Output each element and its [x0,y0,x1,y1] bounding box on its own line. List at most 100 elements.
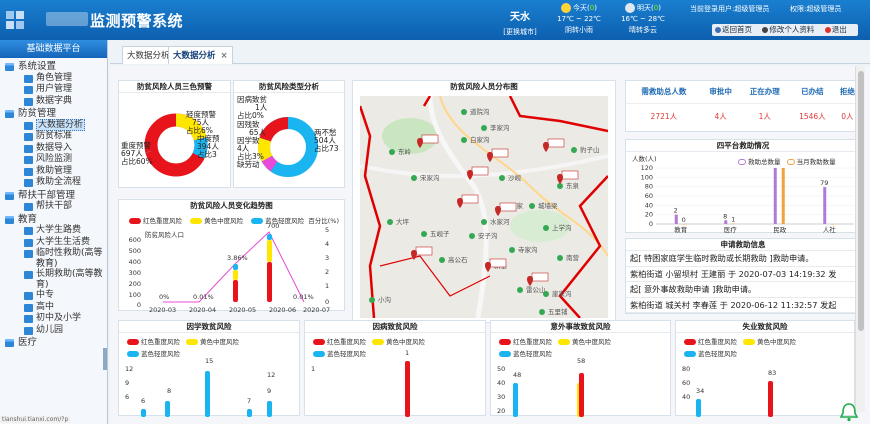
tab-close-icon[interactable]: × [221,51,228,61]
sidebar-group[interactable]: 医疗 [0,337,107,349]
bell-icon[interactable] [840,402,858,422]
sidebar-item[interactable]: 帮扶干部 [0,201,107,213]
sidebar-item-label: 大学生路费 [36,225,82,235]
sidebar-item[interactable]: 中专 [0,290,107,302]
logout-link[interactable]: 退出 [824,25,851,34]
tab-big-data-active[interactable]: 大数据分析 × [168,46,233,64]
sidebar-item[interactable]: 大学生生活费 [0,237,107,249]
stats-header: 正在办理 [749,87,780,97]
risk-bar[interactable] [579,373,584,417]
y-tick-label: 0 [649,220,653,228]
map-place-label: 水家河 [490,217,510,226]
stats-value-completed[interactable]: 1546人 [790,102,835,129]
home-link[interactable]: 返回首页 [715,25,756,34]
bar-total[interactable] [674,214,678,224]
map-place-label: 东泉 [566,181,580,190]
bar-total[interactable] [724,220,728,224]
sidebar-group[interactable]: 系统设置 [0,61,107,73]
svg-text:5: 5 [325,226,329,234]
page-icon [24,271,33,279]
svg-text:700: 700 [267,222,279,230]
sidebar-item[interactable]: 防贫标准 [0,131,107,143]
request-line[interactable]: 紫柏街道 城关村 李春莲 于 2020-06-12 11:32:57 发起 [626,298,860,313]
data-label: 1 [731,216,735,224]
request-line[interactable]: 起[ 特困家庭学生临时救助或长期救助 ]救助申请。 [626,251,860,267]
svg-text:100: 100 [129,291,141,299]
sidebar-item[interactable]: 救助全流程 [0,177,107,189]
sidebar-resize-handle[interactable] [103,348,107,370]
map-canvas[interactable]: 道院沟李家沟白家沟豹子山城墙梁安子沟上学沟吴家大坪五岘子高公石新堡沙岘南营寺家沟… [360,96,608,318]
map-poi-icon [539,309,545,315]
content-scrollbar[interactable] [855,66,865,412]
risk-bar[interactable] [768,381,773,417]
page-icon [24,203,33,211]
panel-rescue: 四平台救助情况 人数(人) 救助总数量 当月救助数量 0 20 40 60 80 100 1… [625,139,861,234]
bar-total[interactable] [823,187,827,224]
home-icon [715,27,721,33]
sidebar-item[interactable]: 临时性救助(高等教育) [0,248,107,269]
risk-bar[interactable] [247,409,252,417]
sidebar-group[interactable]: 帮扶干部管理 [0,190,107,202]
x-tick-label: 教育 [674,225,688,234]
stats-value-processing[interactable]: 1人 [739,102,791,129]
weather-city: 天水 [更换城市] [502,8,538,37]
bar-monthly[interactable] [732,223,736,225]
svg-text:2020-07: 2020-07 [303,306,330,312]
risk-bar[interactable] [205,371,210,417]
y-tick-label: 120 [641,164,653,172]
page-icon [24,326,33,335]
request-line[interactable]: 紫柏街道 小留坝村 王建丽 于 2020-07-03 14:19:32 发 [626,267,860,282]
stats-value-approving[interactable]: 4人 [701,102,740,129]
bar-monthly[interactable] [682,224,686,225]
page-icon [24,121,33,130]
edit-profile-link[interactable]: 修改个人资料 [762,25,818,34]
bar-monthly[interactable] [781,168,785,224]
distribution-map[interactable]: 道院沟李家沟白家沟豹子山城墙梁安子沟上学沟吴家大坪五岘子高公石新堡沙岘南营寺家沟… [360,96,608,318]
map-place-label: 豹子山 [580,145,600,154]
data-label: 7 [247,397,252,405]
change-city-link[interactable]: [更换城市] [502,27,538,37]
sidebar-item[interactable]: 角色管理 [0,73,107,85]
sidebar-item[interactable]: 初中及小学 [0,313,107,325]
scrollbar-thumb[interactable] [858,71,864,331]
page-icon [24,144,33,153]
sidebar-item[interactable]: 大数据分析 [0,118,107,132]
map-poi-icon [557,255,563,261]
svg-text:0.01%: 0.01% [193,293,214,301]
sidebar-item[interactable]: 数据导入 [0,143,107,155]
risk-bar[interactable] [141,409,146,417]
risk-bar[interactable] [513,383,518,417]
sidebar-item[interactable]: 救助管理 [0,166,107,178]
tomorrow-temp: 16℃ ~ 28℃ [621,15,665,23]
sidebar-item-label: 医疗 [18,337,38,348]
tab-big-data-1[interactable]: 大数据分析 [122,46,175,64]
page-icon [24,133,33,141]
stats-value-total[interactable]: 2721人 [626,102,702,129]
sidebar-item[interactable]: 用户管理 [0,84,107,96]
svg-text:500: 500 [129,247,141,255]
map-poi-icon [439,257,445,263]
logout-icon [824,27,831,33]
sidebar-item[interactable]: 幼儿园 [0,325,107,337]
risk-bar[interactable] [405,361,410,417]
system-title: 监测预警系统 [90,12,184,30]
sidebar-item[interactable]: 大学生路费 [0,225,107,237]
risk-bar[interactable] [696,399,701,417]
request-line[interactable]: 起[ 意外事故救助申请 ]救助申请。 [626,282,860,298]
data-label: 58 [577,357,586,365]
sidebar-item[interactable]: 风险监测 [0,154,107,166]
sidebar-item[interactable]: 数据字典 [0,96,107,108]
risk-bar[interactable] [267,401,272,417]
risk-bar[interactable] [165,401,170,417]
bar-total[interactable] [773,168,777,224]
sidebar-item[interactable]: 长期救助(高等教育) [0,269,107,290]
panel-stats: 需救助总人数 审批中 正在办理 已办结 拒绝 2721人 4人 1人 1546人… [625,80,861,132]
data-label: 48 [513,371,522,379]
sidebar-group[interactable]: 教育 [0,214,107,226]
user-role: 权限:超级管理员 [790,5,842,13]
sidebar-group[interactable]: 防贫管理 [0,108,107,120]
bar-monthly[interactable] [831,224,835,225]
sidebar-item[interactable]: 高中 [0,302,107,314]
weather-tomorrow: 明天(0) 16℃ ~ 28℃ 晴转多云 [612,3,674,36]
sidebar-item-label: 帮扶干部 [36,201,73,211]
